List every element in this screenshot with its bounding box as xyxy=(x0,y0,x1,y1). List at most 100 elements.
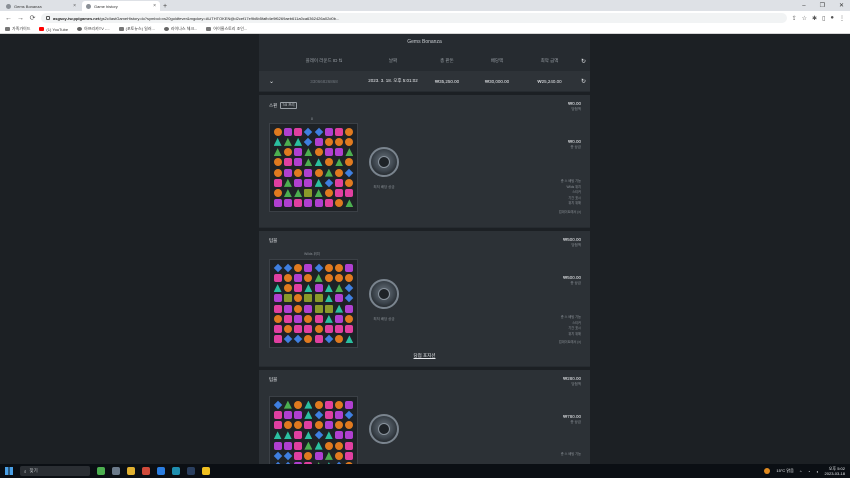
orange-gem-icon xyxy=(345,158,354,167)
green-gem-icon xyxy=(283,178,292,187)
kakaotalk-icon[interactable] xyxy=(202,467,210,475)
green-gem-icon xyxy=(324,168,333,177)
orange-gem-icon xyxy=(345,314,354,323)
bookmark-item[interactable]: (포토뉴스) 일러... xyxy=(118,26,155,32)
close-tab-icon[interactable]: × xyxy=(73,3,76,9)
purple-gem-icon xyxy=(335,294,344,303)
green-gem-icon xyxy=(314,189,323,198)
pink-gem-icon xyxy=(345,189,354,198)
win-position-link[interactable]: 당첨 포지션 xyxy=(259,353,590,359)
spin-section: 스핀 7/8 프리 ₩0.00 당첨액 8 최저 배당 상금 ₩0.00 총 상… xyxy=(259,92,590,227)
globe-icon xyxy=(163,27,169,31)
blue-gem-icon xyxy=(273,400,282,409)
green-gem-icon xyxy=(335,284,344,293)
bookmark-item[interactable]: 어이울스토리 조인... xyxy=(206,26,247,32)
purple-gem-icon xyxy=(294,148,303,157)
chrome-icon[interactable] xyxy=(142,467,150,475)
tab-game-history[interactable]: Game history × xyxy=(82,1,160,11)
minimize-button[interactable]: – xyxy=(802,3,805,9)
olive-gem-icon xyxy=(304,294,313,303)
back-arrow-icon[interactable]: ← xyxy=(5,15,12,22)
pink-gem-icon xyxy=(304,325,313,334)
pink-gem-icon xyxy=(335,178,344,187)
windows-start-icon[interactable] xyxy=(5,467,13,475)
orange-gem-icon xyxy=(345,421,354,430)
coin-center xyxy=(378,423,390,435)
share-icon[interactable]: ⇪ xyxy=(792,15,797,22)
green-gem-icon xyxy=(304,158,313,167)
clock[interactable]: 오후 5:02 2023-03-18 xyxy=(825,466,845,476)
bookmark-star-icon[interactable]: ☆ xyxy=(802,15,807,22)
file-explorer-icon[interactable] xyxy=(127,467,135,475)
new-tab-button[interactable]: + xyxy=(163,3,167,11)
purple-gem-icon xyxy=(335,314,344,323)
blue-gem-icon xyxy=(283,451,293,461)
app-icon[interactable] xyxy=(157,467,165,475)
board-top-label: Wilds 위치 xyxy=(304,252,320,256)
bookmark-item[interactable]: 라이나스 체크... xyxy=(163,26,197,32)
spin-type: 스핀 7/8 프리 xyxy=(269,102,297,109)
youtube-icon xyxy=(39,27,45,31)
stat-line: 위치 위해 xyxy=(568,201,581,205)
purple-gem-icon xyxy=(304,199,313,208)
volume-icon[interactable]: ◖ xyxy=(816,469,818,474)
sidepanel-icon[interactable]: ▯ xyxy=(822,15,825,22)
pink-gem-icon xyxy=(294,325,303,334)
stat-footer: 업데이트에서 (x) xyxy=(558,209,581,214)
reload-icon[interactable]: ⟳ xyxy=(29,14,36,22)
tray-chevron-icon[interactable]: ^ xyxy=(800,469,802,474)
orange-gem-icon xyxy=(324,137,333,146)
purple-gem-icon xyxy=(345,431,354,440)
blue-gem-icon xyxy=(314,410,323,420)
bookmark-item[interactable]: (1) YouTube xyxy=(39,27,68,32)
forward-arrow-icon[interactable]: → xyxy=(17,15,24,22)
profile-icon[interactable]: ● xyxy=(830,15,834,21)
spin-section: 텀블 ₩500.00 당첨액 Wilds 위치 최저 배당 상금 ₩500.00… xyxy=(259,228,590,366)
blue-gem-icon xyxy=(283,335,293,344)
teal-gem-icon xyxy=(314,441,323,450)
orange-gem-icon xyxy=(304,335,313,344)
orange-gem-icon xyxy=(335,335,344,344)
coin-label: 최저 배당 상금 xyxy=(373,317,395,321)
extensions-icon[interactable]: ✱ xyxy=(812,15,817,22)
purple-gem-icon xyxy=(283,127,292,136)
teal-gem-icon xyxy=(324,431,333,440)
close-tab-icon[interactable]: × xyxy=(153,3,156,9)
pink-gem-icon xyxy=(273,421,282,430)
orange-gem-icon xyxy=(273,168,282,177)
col-round-id[interactable]: 플레이 라운드 ID ⇅ xyxy=(284,58,364,64)
chevron-down-icon[interactable]: ⌄ xyxy=(259,78,284,85)
maximize-button[interactable]: ❐ xyxy=(820,2,825,9)
refresh-icon[interactable]: ↻ xyxy=(577,78,590,85)
edge-icon[interactable] xyxy=(172,467,180,475)
address-bar[interactable]: asgsoy-tw.pplgames.net/gs2c/lastGameHist… xyxy=(41,13,787,23)
blue-gem-icon xyxy=(273,263,282,272)
spin-amount-label: 당첨액 xyxy=(571,107,581,111)
pink-gem-icon xyxy=(273,304,282,313)
col-worst: 최악 금액 xyxy=(540,58,559,63)
olive-gem-icon xyxy=(314,304,323,313)
history-summary-row[interactable]: ⌄ 33066826868 2023. 3. 18. 오후 5:01:02 ₩3… xyxy=(259,71,590,91)
bookmarks-bar: 가족가이드 (1) YouTube 아프리카TV -... (포토뉴스) 일러.… xyxy=(0,25,850,34)
weather-text[interactable]: 15°C 맑음 xyxy=(776,468,793,474)
free-spin-badge: 7/8 프리 xyxy=(280,102,297,109)
close-window-button[interactable]: ✕ xyxy=(839,2,844,9)
task-view-icon[interactable] xyxy=(112,467,120,475)
menu-icon[interactable]: ⋮ xyxy=(839,15,845,22)
col-date: 날짜 xyxy=(388,58,398,63)
orange-gem-icon xyxy=(345,273,354,282)
tab-gems-bonanza[interactable]: Gems Bonanza × xyxy=(2,1,80,11)
bookmark-label: (포토뉴스) 일러... xyxy=(125,26,155,31)
refresh-icon[interactable]: ↻ xyxy=(577,58,590,65)
recycle-icon[interactable] xyxy=(97,467,105,475)
bookmark-item[interactable]: 가족가이드 xyxy=(5,26,30,32)
taskbar-search[interactable]: ⌕ 찾기 xyxy=(20,466,90,476)
green-gem-icon xyxy=(314,273,323,282)
tab-title: Gems Bonanza xyxy=(14,3,42,9)
steam-icon[interactable] xyxy=(187,467,195,475)
blue-gem-icon xyxy=(314,431,323,440)
bookmark-item[interactable]: 아프리카TV -... xyxy=(77,26,110,32)
network-icon[interactable]: ◔ xyxy=(808,469,810,474)
pink-gem-icon xyxy=(335,325,344,334)
orange-gem-icon xyxy=(283,421,292,430)
